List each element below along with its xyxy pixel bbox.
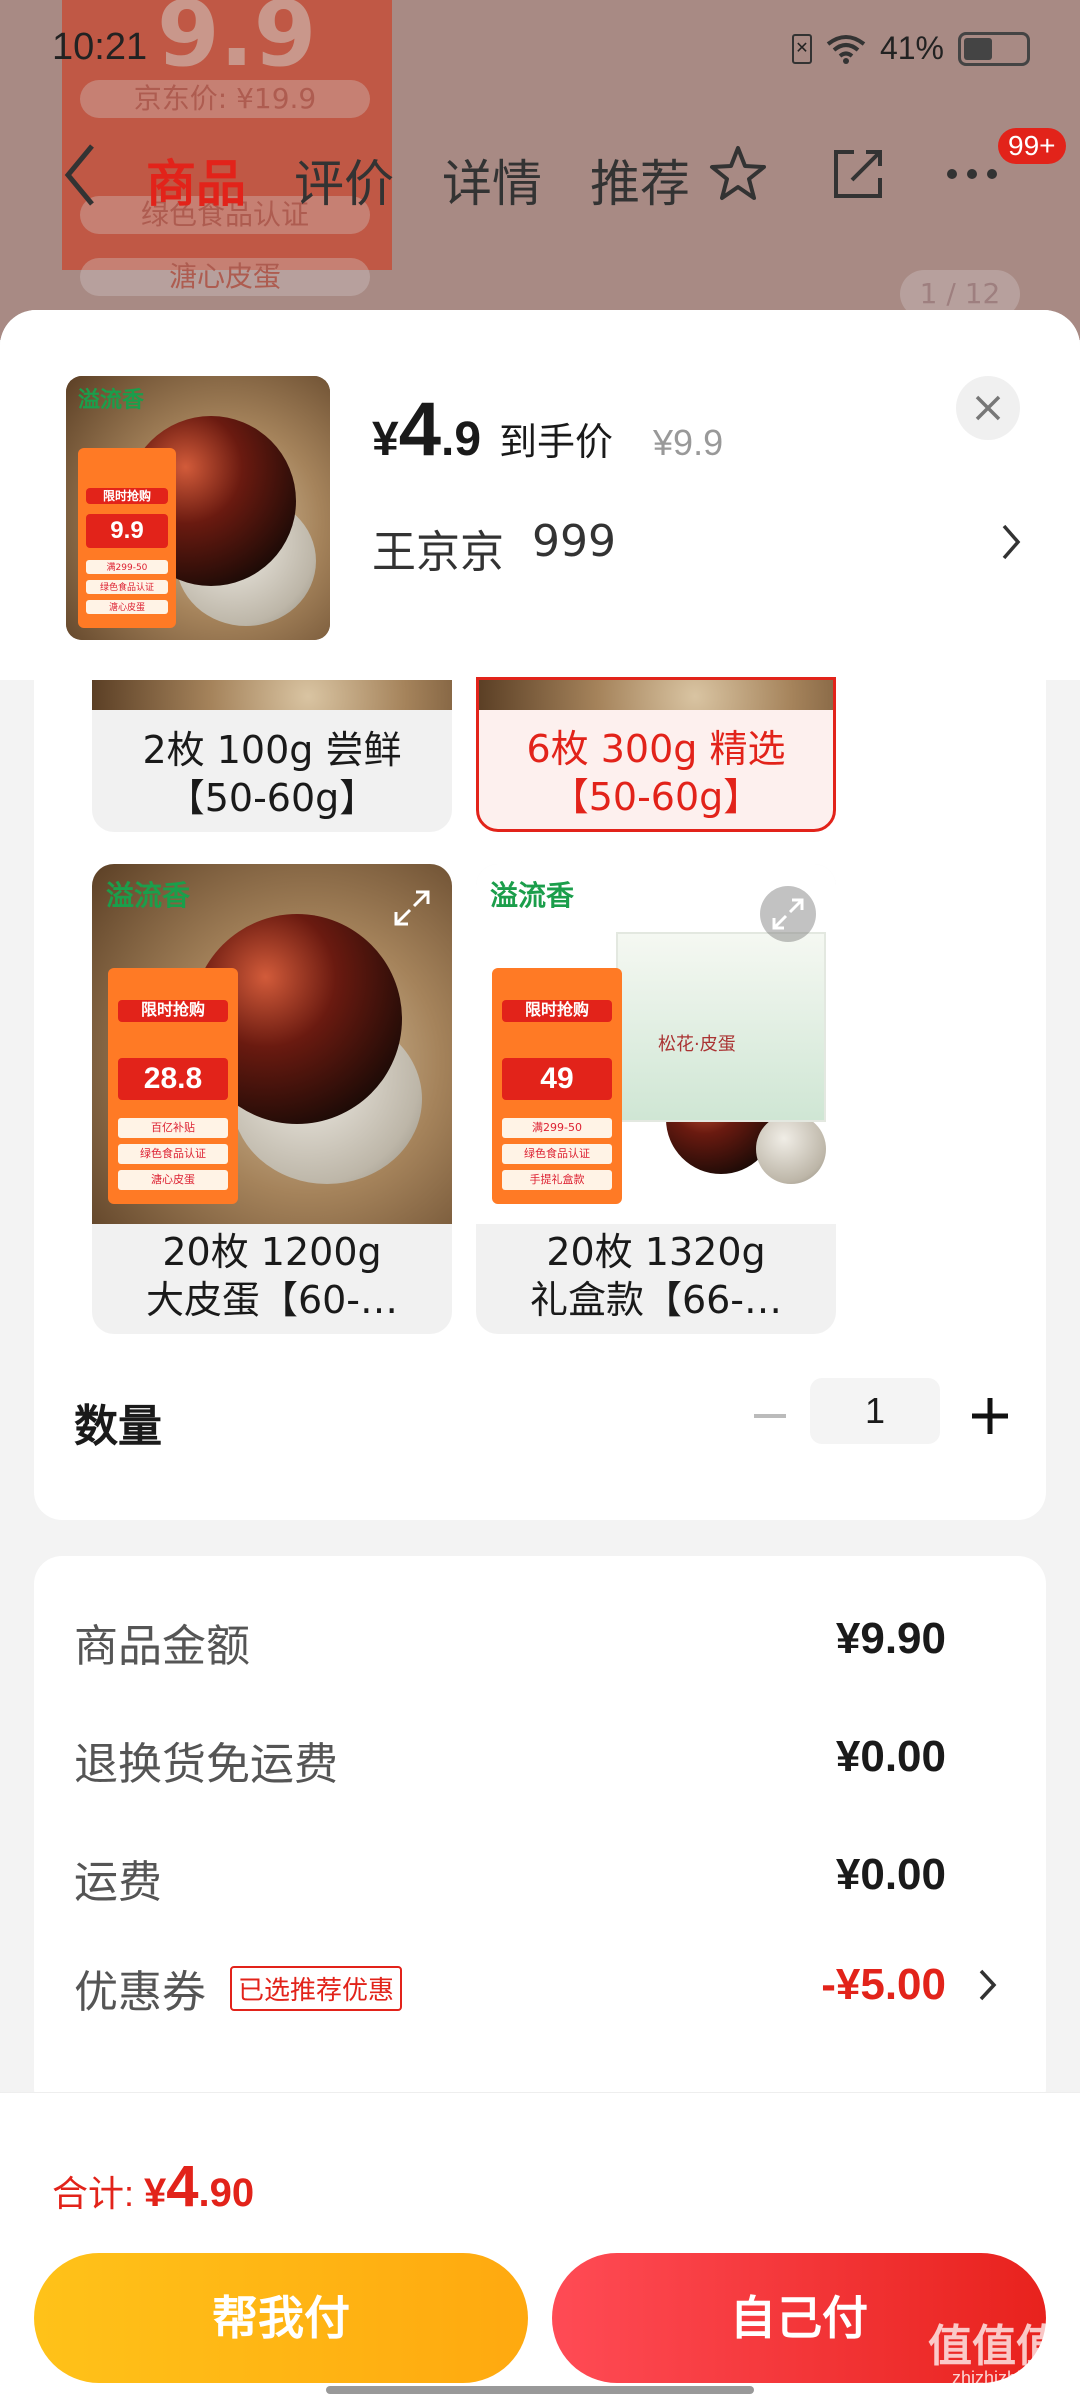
coupon-discount: -¥5.00 [821,1960,946,2009]
price-row: ¥4.9 到手价 ¥9.9 [372,386,723,473]
total-label: 合计: [52,2173,135,2214]
sku-option-label: 【50-60g】 [550,775,762,819]
battery-icon [958,31,1030,66]
quantity-increase-button[interactable] [962,1388,1018,1444]
selected-product-thumbnail[interactable]: 溢流香 限时抢购 9.9 满299-50 绿色食品认证 溏心皮蛋 [66,376,330,640]
tab-details[interactable]: 详情 [442,144,542,216]
sku-option-label: 6枚 300g 精选 [526,727,786,771]
close-icon [975,395,1001,421]
home-indicator[interactable] [326,2386,754,2394]
order-total: 合计: ¥4.90 [52,2154,255,2219]
quantity-input[interactable]: 1 [810,1378,940,1444]
final-price: ¥4.9 [372,387,482,472]
sku-options-card: 2枚 100g 尝鲜 【50-60g】 6枚 300g 精选 【50-60g】 … [34,677,1046,1520]
chevron-right-icon[interactable] [1000,520,1024,564]
status-time: 10:21 [52,26,148,68]
final-price-label: 到手价 [499,420,614,464]
sku-selection-sheet: 溢流香 限时抢购 9.9 满299-50 绿色食品认证 溏心皮蛋 ¥4.9 到手… [0,310,1080,2400]
receiver-number: 999 [532,516,616,567]
summary-row-shipping: 运费 ¥0.00 [74,1850,946,1908]
battery-percent: 41% [879,30,944,66]
sku-option-label: 2枚 100g 尝鲜 [142,728,402,772]
close-button[interactable] [956,376,1020,440]
watermark: 值值值 [928,2321,1060,2372]
message-badge: 99+ [998,128,1066,164]
share-icon[interactable] [826,142,890,206]
receiver-name: 王京京 [372,527,504,578]
sku-option-label: 20枚 1200g [162,1230,382,1274]
original-price: ¥9.9 [653,422,724,463]
summary-row-return-shipping: 退换货免运费 ¥0.00 [74,1732,946,1790]
status-bar: 10:21 ✕ 41% [0,0,1080,100]
tab-goods[interactable]: 商品 [146,144,246,216]
egg-image [756,1114,826,1184]
sku-option-label: 礼盒款【66-… [529,1278,783,1322]
sku-option-label: 大皮蛋【60-… [145,1278,399,1322]
sku-option[interactable]: 溢流香 限时抢购 28.8 百亿补贴 绿色食品认证 溏心皮蛋 20枚 1200g… [92,864,452,1334]
checkout-footer: 合计: ¥4.90 帮我付 自己付 [0,2092,1080,2400]
more-icon[interactable] [940,142,1004,206]
promo-badge: 限时抢购 28.8 百亿补贴 绿色食品认证 溏心皮蛋 [108,968,238,1204]
chevron-right-icon [979,1969,997,2001]
brand-logo: 溢流香 [78,388,145,413]
back-icon[interactable] [60,140,100,210]
coupon-tag: 已选推荐优惠 [230,1966,403,2011]
brand-logo: 溢流香 [106,879,191,912]
price-summary-card: 商品金额 ¥9.90 退换货免运费 ¥0.00 运费 ¥0.00 优惠券 已选推… [34,1556,1046,2116]
wifi-icon [826,34,866,64]
sku-option-selected[interactable]: 6枚 300g 精选 【50-60g】 [476,677,836,832]
promo-badge: 限时抢购 49 满299-50 绿色食品认证 手提礼盒款 [492,968,622,1204]
product-nav-bar: 商品 评价 详情 推荐 99+ [0,120,1080,230]
summary-row-goods-amount: 商品金额 ¥9.90 [74,1614,946,1672]
sku-option-label: 【50-60g】 [166,776,378,820]
tab-recommend[interactable]: 推荐 [590,144,690,216]
summary-row-coupon[interactable]: 优惠券 已选推荐优惠 -¥5.00 [74,1956,1006,2018]
favorite-star-icon[interactable] [706,142,770,206]
tab-reviews[interactable]: 评价 [294,144,394,216]
expand-icon[interactable] [392,888,432,928]
gift-box-image: 松花·皮蛋 [616,932,826,1122]
sheet-header: 溢流香 限时抢购 9.9 满299-50 绿色食品认证 溏心皮蛋 ¥4.9 到手… [0,310,1080,680]
sim-icon: ✕ [791,33,812,64]
watermark-url: zhizhizhi.com [951,2368,1060,2388]
promo-badge: 限时抢购 9.9 满299-50 绿色食品认证 溏心皮蛋 [78,448,176,628]
expand-icon[interactable] [760,886,816,942]
brand-logo: 溢流香 [490,879,575,912]
help-pay-button[interactable]: 帮我付 [34,2253,528,2383]
sku-option-label: 20枚 1320g [546,1230,766,1274]
receiver-row[interactable]: 王京京 999 [372,516,616,580]
sku-option[interactable]: 松花·皮蛋 溢流香 限时抢购 49 满299-50 绿色食品认证 手提礼盒款 2 [476,864,836,1334]
quantity-label: 数量 [74,1401,162,1452]
status-icons: ✕ 41% [791,30,1030,67]
quantity-decrease-button[interactable] [748,1394,792,1438]
sku-option[interactable]: 2枚 100g 尝鲜 【50-60g】 [92,680,452,832]
